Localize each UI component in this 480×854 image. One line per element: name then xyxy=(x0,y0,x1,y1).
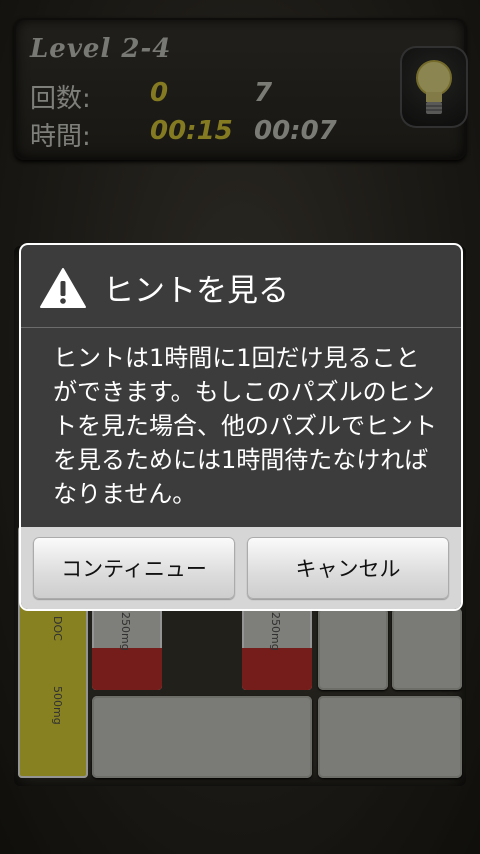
dialog-message: ヒントは1時間に1回だけ見ることができます。もしこのパズルのヒントを見た場合、他… xyxy=(53,344,437,508)
dialog-title: ヒントを見る xyxy=(103,273,289,309)
cancel-button[interactable]: キャンセル xyxy=(247,537,449,599)
dialog-button-bar: コンティニュー キャンセル xyxy=(21,527,461,609)
hint-dialog: ヒントを見る ヒントは1時間に1回だけ見ることができます。もしこのパズルのヒント… xyxy=(21,245,461,609)
continue-button[interactable]: コンティニュー xyxy=(33,537,235,599)
dialog-header: ヒントを見る xyxy=(21,245,461,327)
divider xyxy=(21,327,461,328)
warning-icon xyxy=(40,268,86,308)
